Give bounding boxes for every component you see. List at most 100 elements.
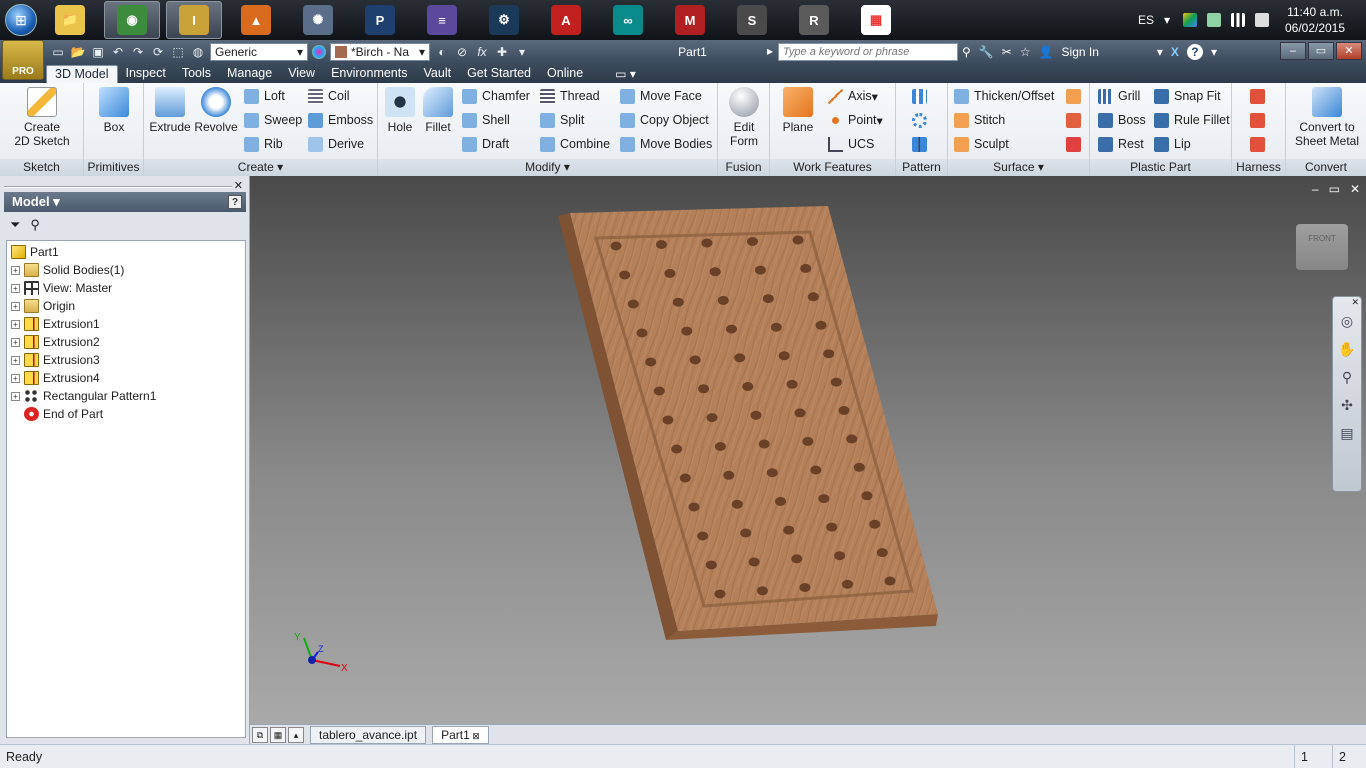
rule-fillet-button[interactable]: Rule Fillet — [1154, 110, 1230, 130]
appearance-sphere-icon[interactable] — [312, 45, 326, 59]
convert-to-sheet-metal-button[interactable]: Convert to Sheet Metal — [1292, 87, 1362, 148]
tree-node[interactable]: + Rectangular Pattern1 — [11, 387, 156, 405]
taskbar-app-steam[interactable]: ⚙ — [476, 1, 532, 39]
expand-toggle-icon[interactable]: + — [11, 373, 20, 383]
sign-in-link[interactable]: Sign In — [1062, 45, 1099, 59]
close-tab-icon[interactable]: ⊠ — [470, 731, 480, 741]
add-icon[interactable]: ✚ — [494, 44, 510, 60]
draft-button[interactable]: Draft — [462, 134, 509, 154]
split-button[interactable]: Split — [540, 110, 584, 130]
stitch-button[interactable]: Stitch — [954, 110, 1005, 130]
loft-button[interactable]: Loft — [244, 86, 285, 106]
browser-grip[interactable] — [4, 186, 232, 188]
derive-button[interactable]: Derive — [308, 134, 364, 154]
create-panel-title[interactable]: Create ▾ — [144, 159, 377, 176]
expand-toggle-icon[interactable]: + — [11, 265, 20, 275]
material-globe-icon[interactable]: ◍ — [190, 44, 206, 60]
wrench-icon[interactable]: 🔧 — [979, 45, 994, 59]
create-2d-sketch-button[interactable]: Create 2D Sketch — [12, 87, 72, 148]
emboss-button[interactable]: Emboss — [308, 110, 373, 130]
box-button[interactable]: Box — [84, 87, 144, 134]
tree-node[interactable]: Part1 — [11, 243, 59, 261]
find-binoculars-icon[interactable]: ⚲ — [30, 217, 40, 233]
expand-toggle-icon[interactable]: + — [11, 319, 20, 329]
drive-icon[interactable] — [1183, 13, 1197, 27]
tab-inspect[interactable]: Inspect — [118, 65, 174, 83]
new-icon[interactable]: ▭ — [50, 44, 66, 60]
rib-button[interactable]: Rib — [244, 134, 283, 154]
move-face-button[interactable]: Move Face — [620, 86, 702, 106]
expand-toggle-icon[interactable]: + — [11, 283, 20, 293]
taskbar-app-arduino[interactable]: ∞ — [600, 1, 656, 39]
close-button[interactable]: ✕ — [1336, 42, 1362, 60]
clock[interactable]: 11:40 a.m. 06/02/2015 — [1274, 4, 1356, 36]
tree-node[interactable]: + View: Master — [11, 279, 112, 297]
patch-button[interactable] — [1066, 86, 1086, 106]
language-indicator[interactable]: ES — [1138, 13, 1154, 27]
expand-toggle-icon[interactable]: + — [11, 355, 20, 365]
browser-help-icon[interactable]: ? — [228, 195, 242, 209]
orbit-icon[interactable]: ✣ — [1338, 397, 1356, 415]
plane-button[interactable]: Plane — [768, 87, 828, 134]
graphics-viewport[interactable]: – ▭ ✕ FRONT ✕ ◎ ✋ ⚲ ✣ ▤ X Y Z — [250, 176, 1366, 724]
trim-button[interactable] — [1066, 110, 1086, 130]
steering-wheel-icon[interactable]: ◎ — [1338, 313, 1356, 331]
navbar-close-icon[interactable]: ✕ — [1351, 297, 1359, 308]
combine-button[interactable]: Combine — [540, 134, 610, 154]
appearance-combo[interactable]: *Birch - Na ▾ — [330, 43, 430, 61]
taskbar-app-sublime[interactable]: S — [724, 1, 780, 39]
save-icon[interactable]: ▣ — [90, 44, 106, 60]
tab-options-icon[interactable]: ▭ ▾ — [615, 65, 636, 83]
signal-icon[interactable] — [1231, 13, 1245, 27]
sweep-button[interactable]: Sweep — [244, 110, 302, 130]
sign-in-chevron-icon[interactable]: ▾ — [1157, 45, 1163, 59]
undo-icon[interactable]: ↶ — [110, 44, 126, 60]
tree-node[interactable]: + Extrusion4 — [11, 369, 100, 387]
tree-node[interactable]: + Extrusion1 — [11, 315, 100, 333]
application-menu-button[interactable]: PRO — [2, 40, 44, 80]
minimize-button[interactable]: – — [1280, 42, 1306, 60]
taskbar-app-chrome[interactable]: ◉ — [104, 1, 160, 39]
taskbar-app-processing[interactable]: P — [352, 1, 408, 39]
tab-environments[interactable]: Environments — [323, 65, 415, 83]
move-bodies-button[interactable]: Move Bodies — [620, 134, 712, 154]
tile-windows-icon[interactable]: ▦ — [270, 726, 286, 743]
lip-button[interactable]: Lip — [1154, 134, 1191, 154]
zoom-icon[interactable]: ⚲ — [1338, 369, 1356, 387]
document-tab[interactable]: Part1 ⊠ — [432, 725, 489, 744]
material-combo[interactable]: Generic ▾ — [210, 43, 308, 61]
browser-close-icon[interactable]: ✕ — [234, 179, 243, 192]
wood-board-model[interactable] — [250, 176, 1366, 724]
battery-icon[interactable] — [1255, 13, 1269, 27]
sculpt-button[interactable]: Sculpt — [954, 134, 1009, 154]
help-chevron-icon[interactable]: ▾ — [1211, 45, 1217, 59]
user-icon[interactable]: 👤 — [1039, 45, 1054, 59]
taskbar-app-mixer-app[interactable]: ≡ — [414, 1, 470, 39]
tab-view[interactable]: View — [280, 65, 323, 83]
tools-icon[interactable]: ✂ — [1002, 45, 1012, 59]
taskbar-app-mplab[interactable]: M — [662, 1, 718, 39]
chamfer-button[interactable]: Chamfer — [462, 86, 530, 106]
search-arrow-icon[interactable]: ▸ — [767, 44, 773, 58]
thicken-offset-button[interactable]: Thicken/Offset — [954, 86, 1054, 106]
shell-button[interactable]: Shell — [462, 110, 510, 130]
taskbar-app-matlab[interactable]: ▲ — [228, 1, 284, 39]
maximize-button[interactable]: ▭ — [1308, 42, 1334, 60]
taskbar-app-windows-explorer[interactable]: 📁 — [42, 1, 98, 39]
exchange-icon[interactable]: X — [1171, 45, 1179, 59]
search-input[interactable]: Type a keyword or phrase — [778, 43, 958, 61]
dropbox-icon[interactable] — [1207, 13, 1221, 27]
parameters-icon[interactable]: fx — [474, 44, 490, 60]
thread-button[interactable]: Thread — [540, 86, 600, 106]
coil-button[interactable]: Coil — [308, 86, 350, 106]
tab-3d-model[interactable]: 3D Model — [46, 65, 118, 83]
tab-online[interactable]: Online — [539, 65, 591, 83]
taskbar-app-atom-app[interactable]: ✺ — [290, 1, 346, 39]
tree-node[interactable]: + Solid Bodies(1) — [11, 261, 124, 279]
redo-icon[interactable]: ↷ — [130, 44, 146, 60]
tab-vault[interactable]: Vault — [416, 65, 460, 83]
star-icon[interactable]: ☆ — [1020, 45, 1031, 59]
tree-node[interactable]: + Origin — [11, 297, 75, 315]
harness-tool-3[interactable] — [1250, 134, 1270, 154]
tab-menu-icon[interactable]: ▴ — [288, 726, 304, 743]
